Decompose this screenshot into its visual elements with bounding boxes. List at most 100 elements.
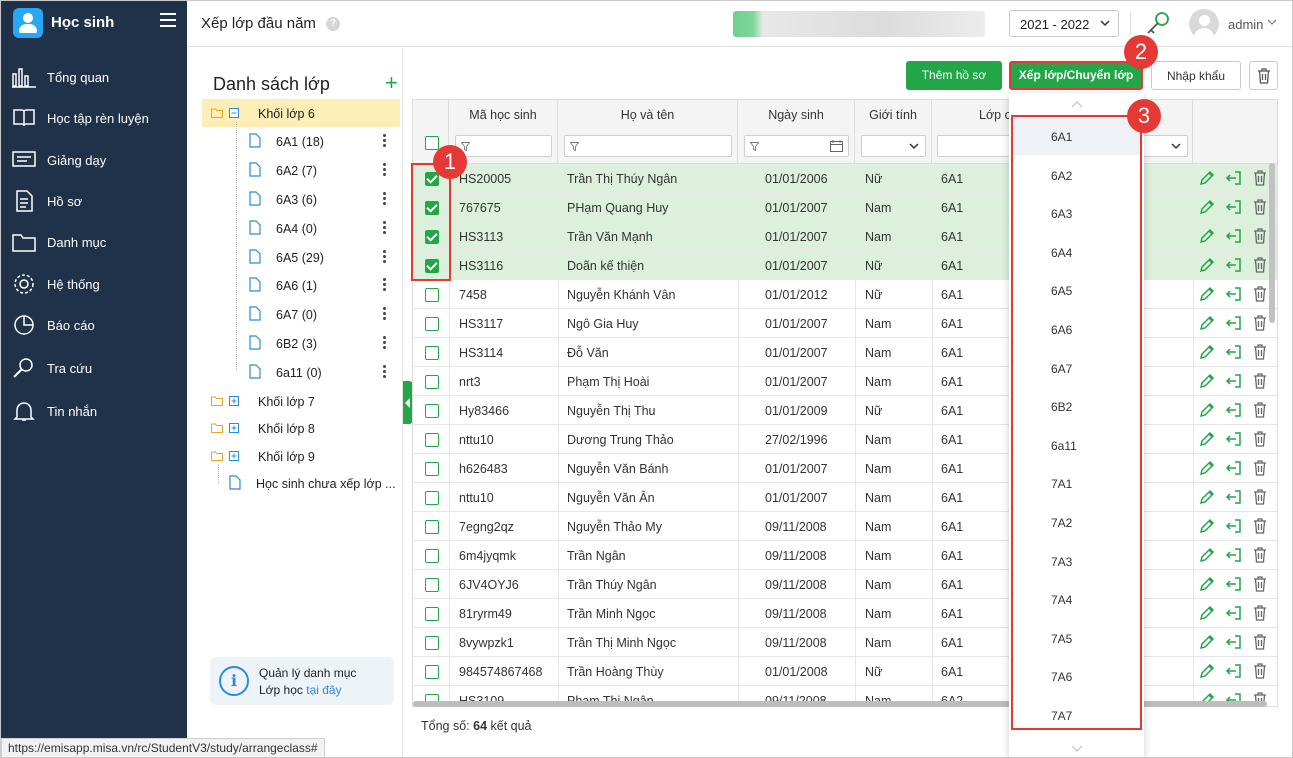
gender-filter-select[interactable] [861,135,926,157]
expand-toggle-icon[interactable] [229,423,239,433]
arrange-class-button[interactable]: Xếp lớp/Chuyển lớp [1009,61,1143,90]
transfer-icon[interactable] [1225,228,1241,244]
trash-icon[interactable] [1253,576,1267,592]
table-row[interactable]: 6m4jyqmk Trần Ngân 09/11/2008 Nam 6A1 [413,541,1277,570]
edit-icon[interactable] [1199,489,1215,505]
more-options-icon[interactable] [383,336,387,350]
tree-class-6a1[interactable]: 6A1 (18) [247,127,397,155]
tree-class-6a3[interactable]: 6A3 (6) [247,185,397,213]
table-row[interactable]: 767675 PHạm Quang Huy 01/01/2007 Nam 6A1 [413,193,1277,222]
chevron-down-icon[interactable] [1071,745,1083,752]
transfer-icon[interactable] [1225,344,1241,360]
sidebar-item-lookup[interactable]: Tra cứu [1,351,187,385]
edit-icon[interactable] [1199,576,1215,592]
row-checkbox[interactable] [425,491,439,505]
expand-toggle-icon[interactable] [229,396,239,406]
trash-icon[interactable] [1253,402,1267,418]
trash-icon[interactable] [1253,460,1267,476]
transfer-icon[interactable] [1225,315,1241,331]
edit-icon[interactable] [1199,170,1215,186]
trash-icon[interactable] [1253,663,1267,679]
table-row[interactable]: 8vywpzk1 Trần Thị Minh Ngọc 09/11/2008 Nam 6… [413,628,1277,657]
import-button[interactable]: Nhập khẩu [1151,61,1241,90]
row-checkbox[interactable] [425,520,439,534]
vertical-scrollbar[interactable] [1269,163,1275,323]
trash-icon[interactable] [1253,170,1267,186]
transfer-icon[interactable] [1225,518,1241,534]
table-row[interactable]: HS3117 Ngô Gia Huy 01/01/2007 Nam 6A1 [413,309,1277,338]
trash-icon[interactable] [1253,228,1267,244]
transfer-icon[interactable] [1225,373,1241,389]
trash-icon[interactable] [1253,257,1267,273]
transfer-icon[interactable] [1225,663,1241,679]
row-checkbox[interactable] [425,375,439,389]
code-filter-input[interactable] [455,135,552,157]
key-icon[interactable] [1145,10,1171,36]
table-row[interactable]: 7egng2qz Nguyễn Thảo My 09/11/2008 Nam 6A1 [413,512,1277,541]
edit-icon[interactable] [1199,373,1215,389]
trash-icon[interactable] [1253,431,1267,447]
tree-grade-6[interactable]: Khối lớp 6 [207,99,397,127]
trash-icon[interactable] [1253,199,1267,215]
edit-icon[interactable] [1199,431,1215,447]
tree-class-6a7[interactable]: 6A7 (0) [247,300,397,328]
name-filter-input[interactable] [564,135,732,157]
edit-icon[interactable] [1199,663,1215,679]
tree-class-6a11[interactable]: 6a11 (0) [247,358,397,386]
edit-icon[interactable] [1199,257,1215,273]
transfer-icon[interactable] [1225,634,1241,650]
edit-icon[interactable] [1199,518,1215,534]
trash-icon[interactable] [1253,547,1267,563]
transfer-icon[interactable] [1225,402,1241,418]
table-row[interactable]: HS3116 Doãn kế thiện 01/01/2007 Nữ 6A1 [413,251,1277,280]
sidebar-item-reports[interactable]: Báo cáo [1,308,187,342]
trash-icon[interactable] [1253,518,1267,534]
table-row[interactable]: 6JV4OYJ6 Trần Thúy Ngân 09/11/2008 Nam 6A1 [413,570,1277,599]
user-name[interactable]: admin [1228,17,1263,32]
select-all-checkbox[interactable] [425,136,439,150]
table-row[interactable]: 81ryrm49 Trần Minh Ngọc 09/11/2008 Nam 6A1 [413,599,1277,628]
calendar-icon[interactable] [830,140,843,152]
transfer-icon[interactable] [1225,576,1241,592]
row-checkbox[interactable] [425,288,439,302]
row-checkbox[interactable] [425,578,439,592]
table-row[interactable]: nttu10 Dương Trung Thảo 27/02/1996 Nam 6A1 [413,425,1277,454]
transfer-icon[interactable] [1225,489,1241,505]
table-row[interactable]: Hy83466 Nguyễn Thị Thu 01/01/2009 Nữ 6A1 [413,396,1277,425]
transfer-icon[interactable] [1225,431,1241,447]
table-row[interactable]: HS3113 Trần Văn Mạnh 01/01/2007 Nam 6A1 [413,222,1277,251]
delete-button[interactable] [1249,61,1278,90]
trash-icon[interactable] [1253,605,1267,621]
row-checkbox[interactable] [425,665,439,679]
row-checkbox[interactable] [425,462,439,476]
avatar[interactable] [1189,9,1219,39]
edit-icon[interactable] [1199,344,1215,360]
collapse-toggle-icon[interactable] [229,108,239,118]
tree-class-6a2[interactable]: 6A2 (7) [247,156,397,184]
trash-icon[interactable] [1253,344,1267,360]
edit-icon[interactable] [1199,460,1215,476]
chevron-down-icon[interactable] [1267,19,1277,26]
edit-icon[interactable] [1199,199,1215,215]
catalog-link[interactable]: tại đây [306,683,341,697]
add-profile-button[interactable]: Thêm hồ sơ [906,61,1002,90]
edit-icon[interactable] [1199,228,1215,244]
table-row[interactable]: nttu10 Nguyễn Văn Ân 01/01/2007 Nam 6A1 [413,483,1277,512]
tree-grade-8[interactable]: Khối lớp 8 [207,414,397,442]
table-row[interactable]: 7458 Nguyễn Khánh Vân 01/01/2012 Nữ 6A1 [413,280,1277,309]
table-row[interactable]: 984574867468 Trần Hoàng Thùy 01/01/2008 Nữ 6… [413,657,1277,686]
school-year-select[interactable]: 2021 - 2022 [1009,10,1119,37]
row-checkbox[interactable] [425,404,439,418]
edit-icon[interactable] [1199,547,1215,563]
row-checkbox[interactable] [425,636,439,650]
transfer-icon[interactable] [1225,605,1241,621]
row-checkbox[interactable] [425,607,439,621]
more-options-icon[interactable] [383,134,387,148]
edit-icon[interactable] [1199,605,1215,621]
help-icon[interactable]: ? [326,17,340,31]
sidebar-item-catalog[interactable]: Danh mục [1,225,187,259]
table-row[interactable]: HS3114 Đỗ Văn 01/01/2007 Nam 6A1 [413,338,1277,367]
transfer-icon[interactable] [1225,460,1241,476]
row-checkbox[interactable] [425,346,439,360]
more-options-icon[interactable] [383,192,387,206]
